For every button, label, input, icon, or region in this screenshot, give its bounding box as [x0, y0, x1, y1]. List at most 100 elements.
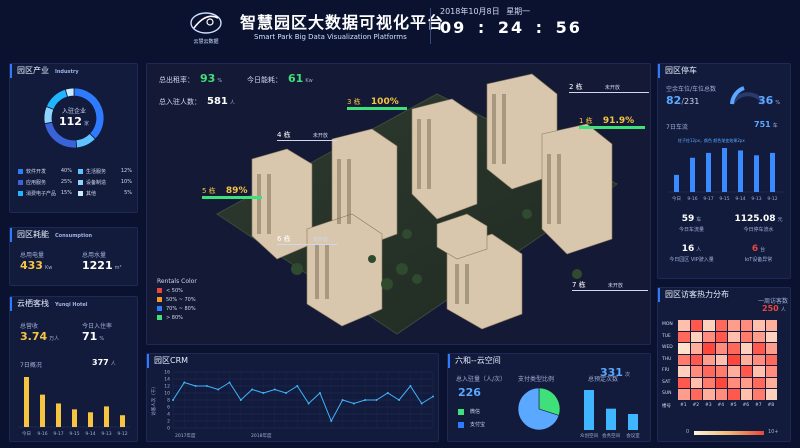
- building-tag-6[interactable]: 6 栋 未开放: [277, 234, 337, 245]
- crm-ytick: 14: [164, 377, 170, 383]
- energy-stat: 今日能耗： 61 Kw: [247, 72, 313, 85]
- building-2-status: 未开放: [604, 85, 620, 91]
- heatmap-cell: [765, 389, 777, 400]
- legend-pct: 12%: [120, 168, 132, 174]
- crm-point: [375, 399, 378, 401]
- rentals-legend-title: Rentals Color: [157, 278, 197, 285]
- parking-ratio: 36%: [758, 94, 780, 107]
- cowork-title-row: 六和--云空间: [448, 354, 501, 368]
- cowork-bar-label: 众创空间: [580, 432, 598, 439]
- cowork-legend: 微信 支付宝: [458, 408, 485, 434]
- legend-pct: 25%: [60, 179, 72, 185]
- hotel-bar: [120, 415, 125, 427]
- parking-stat-unit: 人: [696, 247, 702, 253]
- building-tag-1[interactable]: 1 栋 91.9%: [579, 116, 645, 129]
- heatmap-cell: [765, 366, 777, 377]
- heatmap-scale-bar: [694, 431, 764, 435]
- heatmap-cell: [690, 366, 702, 377]
- consumption-title: 园区耗能: [17, 230, 49, 239]
- heatmap-cell: [715, 320, 727, 331]
- heatmap-cell: [740, 366, 752, 377]
- legend-pct: 15%: [60, 190, 72, 196]
- cowork-bar-label: 会议室: [626, 432, 640, 439]
- crm-ytick: 6: [167, 405, 170, 411]
- heatmap-cell: [703, 389, 715, 400]
- industry-title-en: Industry: [55, 69, 79, 75]
- industry-legend-item: 设备制造 10%: [78, 179, 136, 186]
- heatmap-grid: MON TUE WED THU FRI SAT SUN 楼号 #1 #2 #3 #4 #5 #6 #7 #8: [662, 320, 790, 424]
- revenue-stat: 总营收 3.74 万人: [20, 321, 59, 343]
- legend-swatch: [18, 180, 23, 185]
- heatmap-col-label: #7: [755, 402, 762, 408]
- legend-name: 应用服务: [26, 180, 47, 186]
- cowork-bar-label: 会务空间: [602, 432, 620, 439]
- rentals-swatch: [157, 297, 162, 302]
- heatmap-cell: [715, 389, 727, 400]
- heatmap-col-label: #2: [692, 402, 700, 408]
- consumption-panel: 园区耗能 Consumption 总用电量 433 Kw 总用水量 1221 m³: [9, 227, 138, 286]
- heatmap-cell: [703, 354, 715, 365]
- heatmap-day-label: SUN: [662, 391, 672, 396]
- building-tag-2[interactable]: 2 栋 未开放: [569, 82, 649, 93]
- crm-panel: 园区CRM 0 2 4 6 8 10 12 14 16 访客人次（千） 2017年度 2018年度: [146, 353, 439, 442]
- rentals-label: 50% ~ 70%: [166, 297, 196, 303]
- cowork-pie-label: 支付类型比例: [518, 376, 555, 383]
- rentals-legend-items: < 50% 50% ~ 70% 70% ~ 80% > 80%: [157, 288, 197, 321]
- building-5-name: 5 栋: [202, 187, 216, 195]
- building-5-bar: [202, 196, 262, 199]
- heatmap-scale-max: 10+: [768, 429, 779, 435]
- rentals-legend: Rentals Color < 50% 50% ~ 70% 70% ~ 80% > 8…: [157, 278, 197, 324]
- rentals-label: 70% ~ 80%: [166, 306, 196, 312]
- parking-week-unit: 车: [772, 123, 778, 129]
- power-value-row: 433 Kw: [20, 259, 52, 272]
- heatmap-cell: [678, 366, 690, 377]
- building-3-bar: [347, 107, 407, 110]
- hotel-bar-label: 9-17: [53, 431, 63, 437]
- donut-center: 入驻企业 112 家: [38, 106, 110, 128]
- heatmap-cell: [690, 377, 702, 388]
- parking-bar: [738, 150, 743, 192]
- rentals-legend-item: > 80%: [157, 315, 197, 321]
- cowork-members-value: 226: [458, 386, 481, 399]
- heatmap-day-label: FRI: [662, 368, 670, 373]
- crm-point: [285, 392, 288, 394]
- parking-bar-label: 9-12: [767, 196, 777, 202]
- heatmap-day-label: SAT: [662, 379, 671, 385]
- donut-center-value-row: 112 家: [38, 115, 110, 128]
- building-7-status: 未开放: [607, 283, 623, 289]
- heatmap-cell: [728, 354, 740, 365]
- crm-ytick: 0: [167, 426, 170, 432]
- tenants-label: 总入驻人数：: [159, 98, 201, 106]
- consumption-title-en: Consumption: [55, 233, 93, 239]
- heatmap-cell: [740, 389, 752, 400]
- parking-week-label: 7日车流: [666, 124, 688, 131]
- cowork-legend-item: 微信: [458, 408, 485, 415]
- heatmap-cell: [690, 343, 702, 354]
- heatmap-cell: [690, 354, 702, 365]
- hotel-title-en: Yunqi Hotel: [55, 302, 88, 308]
- heatmap-col-label: 楼号: [662, 403, 671, 409]
- parking-stat-label: IoT设备异常: [744, 257, 773, 263]
- clock-sep-1: :: [477, 18, 487, 37]
- heatmap-col-label: #3: [705, 402, 712, 408]
- hotel-bar: [88, 412, 93, 427]
- building-tag-3[interactable]: 3 栋 100%: [347, 97, 407, 110]
- building-3-name: 3 栋: [347, 98, 361, 106]
- heatmap-cell: [753, 343, 765, 354]
- building-tag-5[interactable]: 5 栋 89%: [202, 186, 262, 199]
- logo: 云慧云数据: [186, 10, 226, 45]
- parking-panel: 园区停车 空余车位/车位总数 82/231 36% 7日车流 751 车 柱子柱1…: [657, 63, 791, 279]
- rent-label: 总出租率：: [159, 76, 194, 84]
- hotel-panel: 云栖客栈 Yunqi Hotel 总营收 3.74 万人 今日入住率 71% 7日概…: [9, 296, 138, 442]
- parking-bar: [770, 152, 775, 192]
- hotel-bar-chart: 今日 9-16 9-17 9-15 9-14 9-13 9-12: [18, 377, 130, 437]
- hotel-bar-label: 9-16: [37, 431, 47, 437]
- hotel-week-unit: 人: [110, 361, 116, 367]
- parking-bar-label: 9-15: [719, 196, 729, 202]
- building-tag-4[interactable]: 4 栋 未开放: [277, 130, 337, 141]
- parking-stat-unit: 车: [696, 217, 702, 223]
- crm-series-line: [172, 381, 434, 423]
- building-1: [541, 123, 613, 255]
- building-tag-7[interactable]: 7 栋 未开放: [572, 280, 648, 291]
- heatmap-scale-min: 0: [686, 429, 690, 435]
